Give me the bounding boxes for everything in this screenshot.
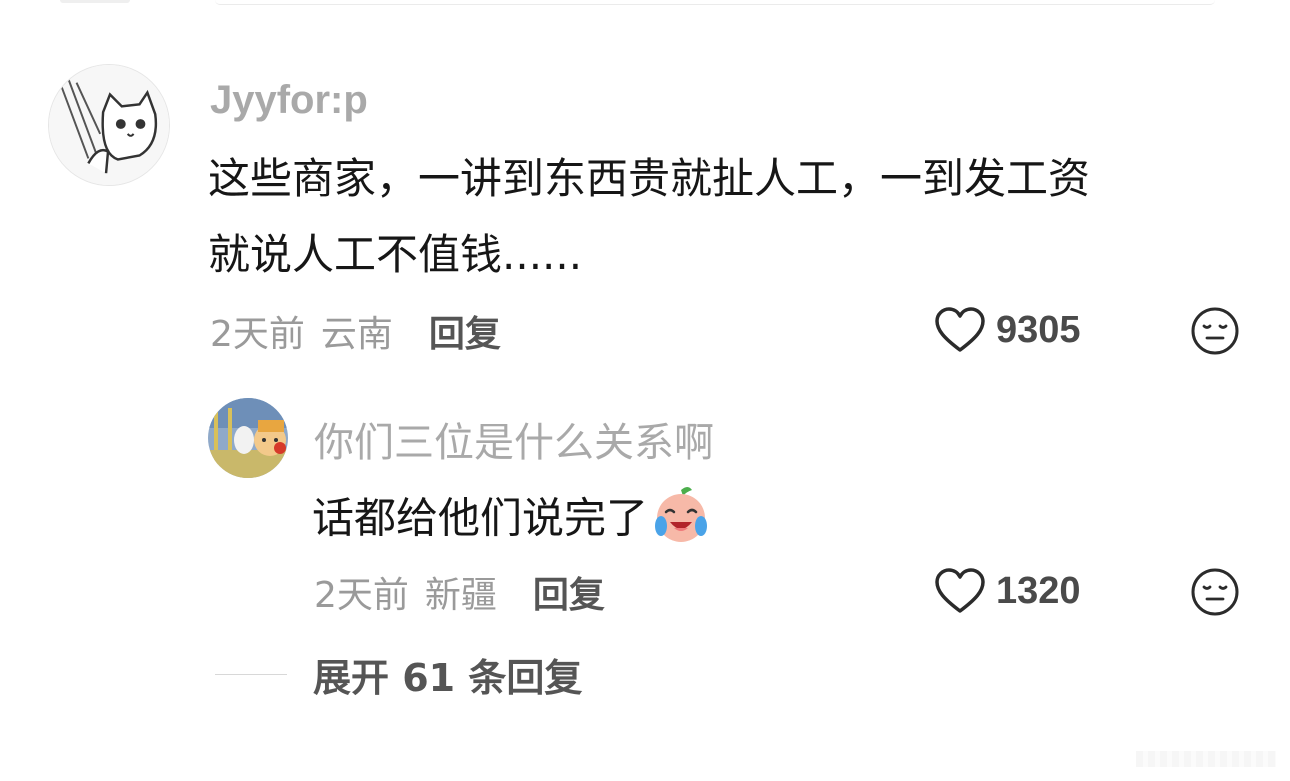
like-button[interactable]: 9305: [934, 306, 1081, 354]
reply-button[interactable]: 回复: [429, 305, 501, 357]
dislike-button[interactable]: [1190, 567, 1240, 617]
dislike-button[interactable]: [1190, 306, 1240, 356]
comment-text: 话都给他们说完了: [312, 493, 649, 543]
meh-face-icon: [1191, 568, 1239, 616]
cat-sketch-avatar-icon: [49, 65, 169, 185]
expand-replies-button[interactable]: 展开 61 条回复: [215, 647, 582, 702]
divider-top-left: [60, 0, 130, 3]
username[interactable]: 你们三位是什么关系啊: [314, 410, 714, 468]
heart-outline-icon: [935, 307, 985, 352]
comment-text-line: 话都给他们说完了: [312, 487, 712, 552]
divider-line: [215, 674, 287, 675]
avatar[interactable]: [208, 398, 288, 478]
comment-text-line: 这些商家，一讲到东西贵就扯人工，一到发工资: [208, 154, 1091, 203]
comment-time: 2天前: [210, 314, 305, 355]
comment-location: 新疆: [424, 575, 497, 616]
comment-time: 2天前: [314, 575, 409, 616]
laughing-crying-emoji-icon: [650, 482, 712, 544]
like-count: 1320: [996, 569, 1081, 612]
comment-text-line: 就说人工不值钱......: [208, 230, 583, 279]
divider-top: [215, 0, 1215, 5]
comment-meta: 2天前 新疆 回复: [314, 566, 605, 618]
username[interactable]: Jyyfor:p: [210, 78, 368, 123]
like-button[interactable]: 1320: [934, 567, 1081, 615]
watermark: [1136, 751, 1276, 767]
cartoon-avatar-icon: [208, 398, 288, 478]
reply-button[interactable]: 回复: [533, 566, 605, 618]
comment-location: 云南: [320, 314, 393, 355]
avatar[interactable]: [48, 64, 170, 186]
expand-replies-label: 展开 61 条回复: [313, 656, 583, 700]
like-count: 9305: [996, 308, 1081, 351]
heart-outline-icon: [935, 568, 985, 613]
meh-face-icon: [1191, 307, 1239, 355]
comment-meta: 2天前 云南 回复: [210, 305, 501, 357]
